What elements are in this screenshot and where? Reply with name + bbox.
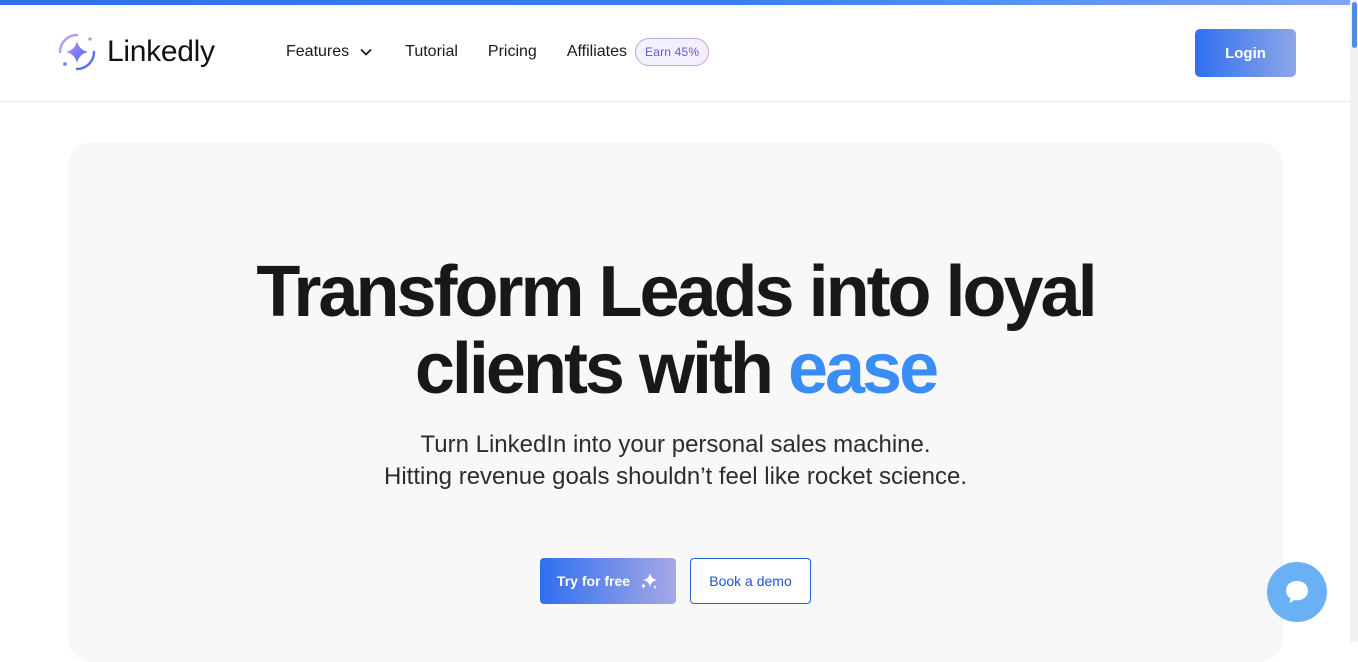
hero-title-accent: ease bbox=[787, 329, 939, 409]
logo[interactable]: Linkedly bbox=[56, 31, 215, 73]
scrollbar-thumb[interactable] bbox=[1352, 2, 1357, 48]
nav-links: Features Tutorial Pricing Affiliates Ear… bbox=[286, 38, 710, 66]
hero-title-line1: Transform Leads into loyal bbox=[256, 252, 1097, 332]
hero-subtitle-line2: Hitting revenue goals shouldn’t feel lik… bbox=[384, 463, 967, 490]
navbar: Linkedly Features Tutorial Pricing Affil… bbox=[0, 5, 1350, 102]
nav-features-label: Features bbox=[286, 43, 350, 60]
sparkle-logo-icon bbox=[58, 33, 96, 71]
nav-tutorial[interactable]: Tutorial bbox=[405, 43, 458, 61]
chat-bubble-icon bbox=[1286, 581, 1308, 603]
hero-subtitle: Turn LinkedIn into your personal sales m… bbox=[68, 429, 1283, 493]
nav-pricing[interactable]: Pricing bbox=[488, 43, 537, 61]
chat-launcher-button[interactable] bbox=[1267, 562, 1327, 622]
nav-affiliates[interactable]: Affiliates Earn 45% bbox=[567, 38, 710, 66]
hero-subtitle-line1: Turn LinkedIn into your personal sales m… bbox=[420, 431, 931, 458]
try-for-free-label: Try for free bbox=[556, 573, 631, 589]
login-button[interactable]: Login bbox=[1195, 29, 1296, 77]
hero-title-line2: clients with bbox=[414, 329, 788, 409]
chevron-down-icon bbox=[360, 49, 372, 56]
hero-section: Transform Leads into loyal clients with … bbox=[68, 142, 1283, 662]
nav-features[interactable]: Features bbox=[286, 43, 373, 61]
brand-name: Linkedly bbox=[107, 35, 215, 68]
page-scrollbar[interactable] bbox=[1350, 0, 1358, 642]
earn-badge: Earn 45% bbox=[635, 38, 710, 66]
book-demo-button[interactable]: Book a demo bbox=[690, 558, 811, 604]
try-for-free-button[interactable]: Try for free bbox=[540, 558, 676, 604]
cta-row: Try for free Book a demo bbox=[540, 558, 811, 604]
hero-title: Transform Leads into loyal clients with … bbox=[68, 254, 1283, 408]
nav-affiliates-label: Affiliates bbox=[566, 43, 627, 60]
sparkle-icon bbox=[641, 573, 658, 589]
